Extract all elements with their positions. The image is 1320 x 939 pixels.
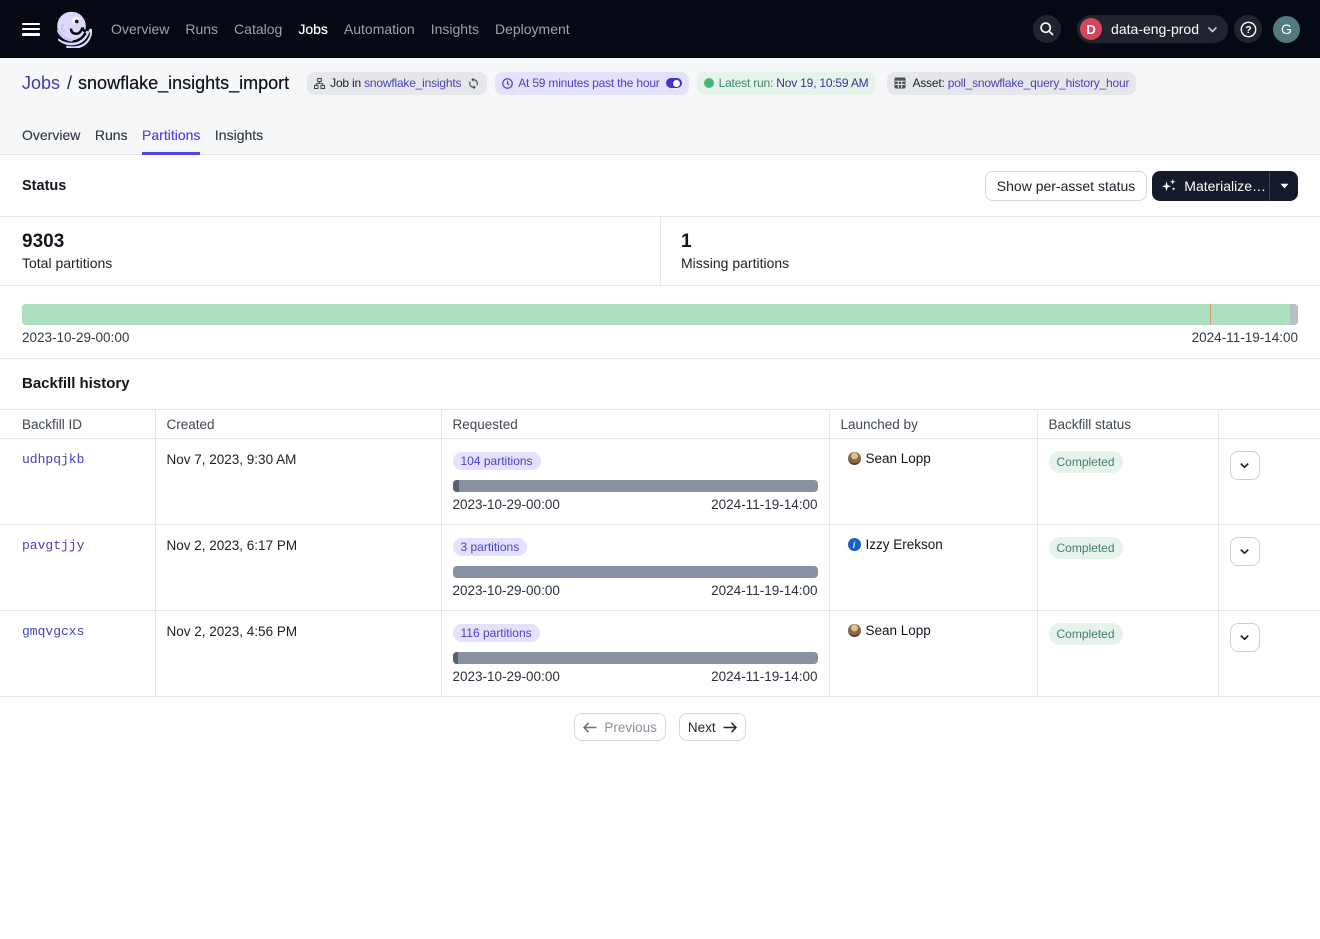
svg-text:?: ? — [1245, 24, 1251, 36]
